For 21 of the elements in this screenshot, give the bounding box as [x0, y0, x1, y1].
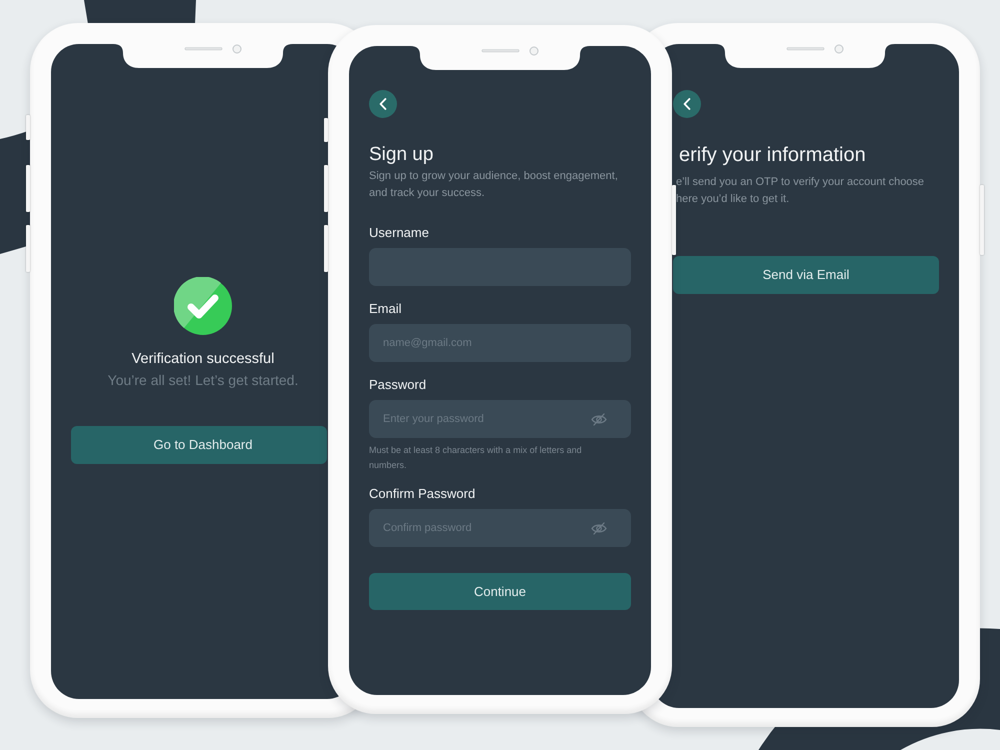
eye-off-icon[interactable] — [591, 412, 607, 426]
field-label: Password — [369, 377, 428, 393]
chevron-left-icon — [683, 98, 691, 110]
primary-button[interactable]: Go to Dashboard — [71, 426, 327, 464]
screen-title: erify your information — [679, 143, 867, 167]
success-subtitle: You’re all set! Let’s get started. — [108, 372, 298, 389]
primary-button[interactable]: Send via Email — [673, 256, 939, 294]
screen-subtitle: Sign up to grow your audience, boost engagement, and track your success. — [369, 169, 619, 201]
field-label: Username — [369, 225, 430, 241]
field-hint: Must be at least 8 characters with a mix of letters and numbers. — [369, 444, 583, 472]
primary-button[interactable]: Continue — [369, 573, 631, 610]
back-button[interactable] — [369, 90, 397, 118]
field-label: Confirm Password — [369, 486, 476, 502]
eye-off-icon[interactable] — [591, 522, 607, 534]
back-button[interactable] — [673, 90, 701, 118]
check-circle-icon — [174, 277, 232, 335]
screen-subtitle: e’ll send you an OTP to verify your account choose here you’d like to get it. — [676, 175, 926, 207]
screen-title: Sign up — [369, 143, 434, 167]
success-title: Verification successful — [132, 350, 274, 368]
chevron-left-icon — [379, 98, 387, 110]
field-label: Email — [369, 301, 403, 317]
